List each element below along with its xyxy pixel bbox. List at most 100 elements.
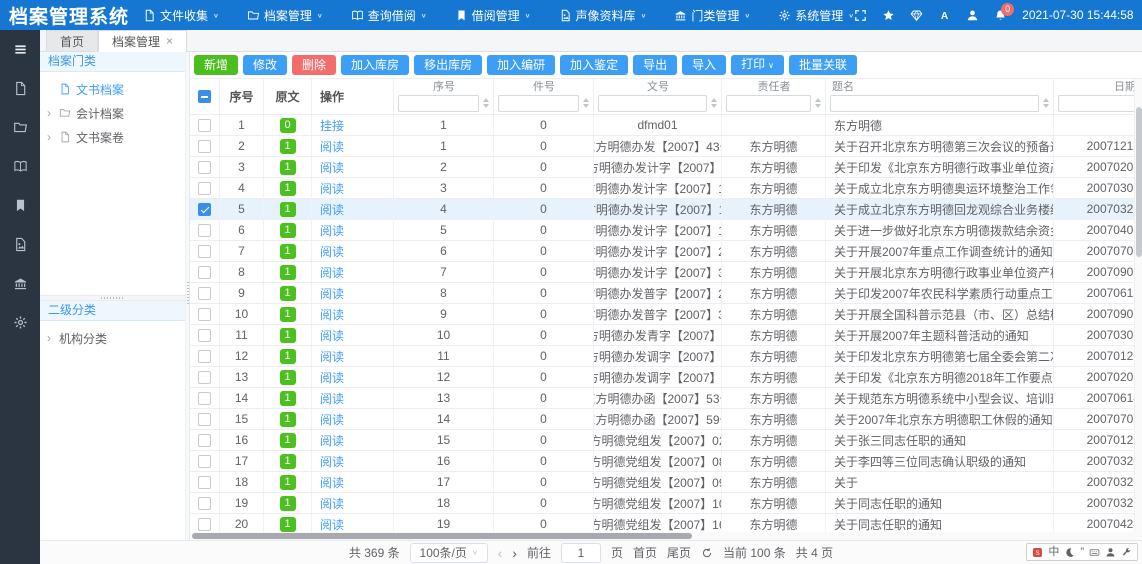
panel-splitter-vertical[interactable] [185, 52, 190, 540]
row-checkbox[interactable] [198, 266, 211, 279]
table-row[interactable]: 181阅读170东方明德党组发【2007】09号东方明德关于20070322 [190, 472, 1142, 493]
table-row[interactable]: 171阅读160东方明德党组发【2007】08号东方明德关于李四等三位同志确认职… [190, 451, 1142, 472]
sort-spinner[interactable] [813, 98, 822, 108]
table-row[interactable]: 131阅读120东方明德办发调字【2007】5号东方明德关于印发《北京东方明德2… [190, 367, 1142, 388]
sort-spinner[interactable] [1041, 98, 1050, 108]
table-row[interactable]: 161阅读150东方明德党组发【2007】02号东方明德关于张三同志任职的通知2… [190, 430, 1142, 451]
next-page-button[interactable]: › [512, 546, 517, 560]
filter-input-seq[interactable] [398, 95, 479, 112]
edit-button[interactable]: 修改 [243, 55, 287, 75]
topmenu-item-system-manage[interactable]: 系统管理∨ [778, 7, 854, 24]
print-button[interactable]: 打印∨ [731, 55, 784, 75]
ime-chinese-icon[interactable]: 中 [1048, 547, 1059, 558]
vertical-scrollbar-thumb[interactable] [1136, 107, 1142, 257]
table-row[interactable]: 31阅读20东方明德办发计字【2007】4号东方明德关于印发《北京东方明德行政事… [190, 157, 1142, 178]
row-checkbox[interactable] [198, 308, 211, 321]
action-link[interactable]: 阅读 [320, 201, 344, 218]
rail-bank-icon[interactable] [13, 276, 28, 291]
sort-desc-icon[interactable] [1043, 104, 1049, 108]
ime-wrench-icon[interactable] [1121, 547, 1132, 558]
first-page-link[interactable]: 首页 [633, 544, 657, 561]
rail-fileimg-icon[interactable] [13, 237, 28, 252]
tab-首页[interactable]: 首页 [46, 30, 98, 51]
tree-item-机构分类[interactable]: ›机构分类 [40, 326, 185, 350]
rail-gear-icon[interactable] [13, 315, 28, 330]
tree-item-文书案卷[interactable]: ›文书案卷 [40, 125, 185, 149]
row-checkbox[interactable] [198, 119, 211, 132]
ime-logo-icon[interactable]: S [1032, 547, 1043, 558]
gem-icon[interactable] [910, 9, 923, 22]
fullscreen-icon[interactable] [854, 9, 867, 22]
action-link[interactable]: 阅读 [320, 159, 344, 176]
action-link[interactable]: 阅读 [320, 369, 344, 386]
tree-item-会计档案[interactable]: ›会计档案 [40, 101, 185, 125]
topmenu-item-category-manage[interactable]: 门类管理∨ [674, 7, 750, 24]
sort-desc-icon[interactable] [711, 104, 717, 108]
action-link[interactable]: 阅读 [320, 327, 344, 344]
table-row[interactable]: 191阅读180东方明德党组发【2007】10号东方明德关于同志任职的通知200… [190, 493, 1142, 514]
horizontal-scrollbar-thumb[interactable] [192, 533, 692, 539]
tab-档案管理[interactable]: 档案管理× [98, 30, 187, 51]
row-checkbox[interactable] [198, 329, 211, 342]
close-icon[interactable]: × [166, 35, 173, 47]
action-link[interactable]: 阅读 [320, 138, 344, 155]
action-link[interactable]: 阅读 [320, 243, 344, 260]
add-to-appraisal-button[interactable]: 加入鉴定 [560, 55, 628, 75]
row-checkbox[interactable] [198, 476, 211, 489]
table-row[interactable]: 71阅读60东方明德办发计字【2007】27号东方明德关于开展2007年重点工作… [190, 241, 1142, 262]
sort-asc-icon[interactable] [711, 98, 717, 102]
vertical-scrollbar[interactable] [1134, 79, 1142, 532]
row-checkbox[interactable] [198, 182, 211, 195]
import-button[interactable]: 导入 [682, 55, 726, 75]
chevron-right-icon[interactable]: › [47, 331, 59, 345]
topmenu-item-borrow-manage[interactable]: 借阅管理∨ [455, 7, 531, 24]
row-checkbox[interactable] [198, 350, 211, 363]
chevron-right-icon[interactable]: › [47, 130, 59, 144]
sort-desc-icon[interactable] [483, 104, 489, 108]
action-link[interactable]: 阅读 [320, 411, 344, 428]
action-link[interactable]: 阅读 [320, 285, 344, 302]
delete-button[interactable]: 删除 [292, 55, 336, 75]
sort-spinner[interactable] [581, 98, 590, 108]
topmenu-item-file-collect[interactable]: 文件收集∨ [143, 7, 219, 24]
filter-input-doc-no[interactable] [598, 95, 707, 112]
row-checkbox[interactable] [198, 392, 211, 405]
row-checkbox[interactable] [198, 224, 211, 237]
row-checkbox[interactable] [198, 287, 211, 300]
table-row[interactable]: 51阅读40东方明德办发计字【2007】11号东方明德关于成立北京东方明德回龙观… [190, 199, 1142, 220]
rail-folder-icon[interactable] [13, 120, 28, 135]
table-row[interactable]: 111阅读100东方明德办发青字【2007】8号东方明德关于开展2007年主题科… [190, 325, 1142, 346]
action-link[interactable]: 阅读 [320, 264, 344, 281]
batch-link-button[interactable]: 批量关联 [789, 55, 857, 75]
select-all-checkbox[interactable] [198, 90, 211, 103]
action-link[interactable]: 阅读 [320, 495, 344, 512]
table-row[interactable]: 91阅读80东方明德办发普字【2007】25号东方明德关于印发2007年农民科学… [190, 283, 1142, 304]
tree-item-文书档案[interactable]: 文书档案 [40, 77, 185, 101]
table-row[interactable]: 61阅读50东方明德办发计字【2007】15号东方明德关于进一步做好北京东方明德… [190, 220, 1142, 241]
topmenu-item-archive-manage[interactable]: 档案管理∨ [247, 7, 323, 24]
table-row[interactable]: 141阅读130东方明德办函【2007】53号东方明德关于规范东方明德系统中小型… [190, 388, 1142, 409]
sort-asc-icon[interactable] [583, 98, 589, 102]
horizontal-scrollbar[interactable] [190, 532, 1142, 540]
sort-spinner[interactable] [481, 98, 490, 108]
add-to-compilation-button[interactable]: 加入编研 [487, 55, 555, 75]
chevron-right-icon[interactable]: › [47, 106, 59, 120]
action-link[interactable]: 阅读 [320, 348, 344, 365]
sort-asc-icon[interactable] [1043, 98, 1049, 102]
action-link[interactable]: 阅读 [320, 180, 344, 197]
filter-input-item-no[interactable] [498, 95, 579, 112]
rail-book-icon[interactable] [13, 159, 28, 174]
row-checkbox[interactable] [198, 497, 211, 510]
action-link[interactable]: 阅读 [320, 432, 344, 449]
action-link[interactable]: 挂接 [320, 117, 344, 134]
filter-input-date[interactable] [1058, 95, 1138, 112]
action-link[interactable]: 阅读 [320, 474, 344, 491]
row-checkbox[interactable] [198, 203, 211, 216]
sort-spinner[interactable] [709, 98, 718, 108]
bell-icon[interactable]: 0 [994, 9, 1007, 22]
add-button[interactable]: 新增 [194, 55, 238, 75]
action-link[interactable]: 阅读 [320, 390, 344, 407]
fontA-icon[interactable]: A [938, 9, 951, 22]
sort-asc-icon[interactable] [815, 98, 821, 102]
table-row[interactable]: 41阅读30东方明德办发计字【2007】10号东方明德关于成立北京东方明德奥运环… [190, 178, 1142, 199]
